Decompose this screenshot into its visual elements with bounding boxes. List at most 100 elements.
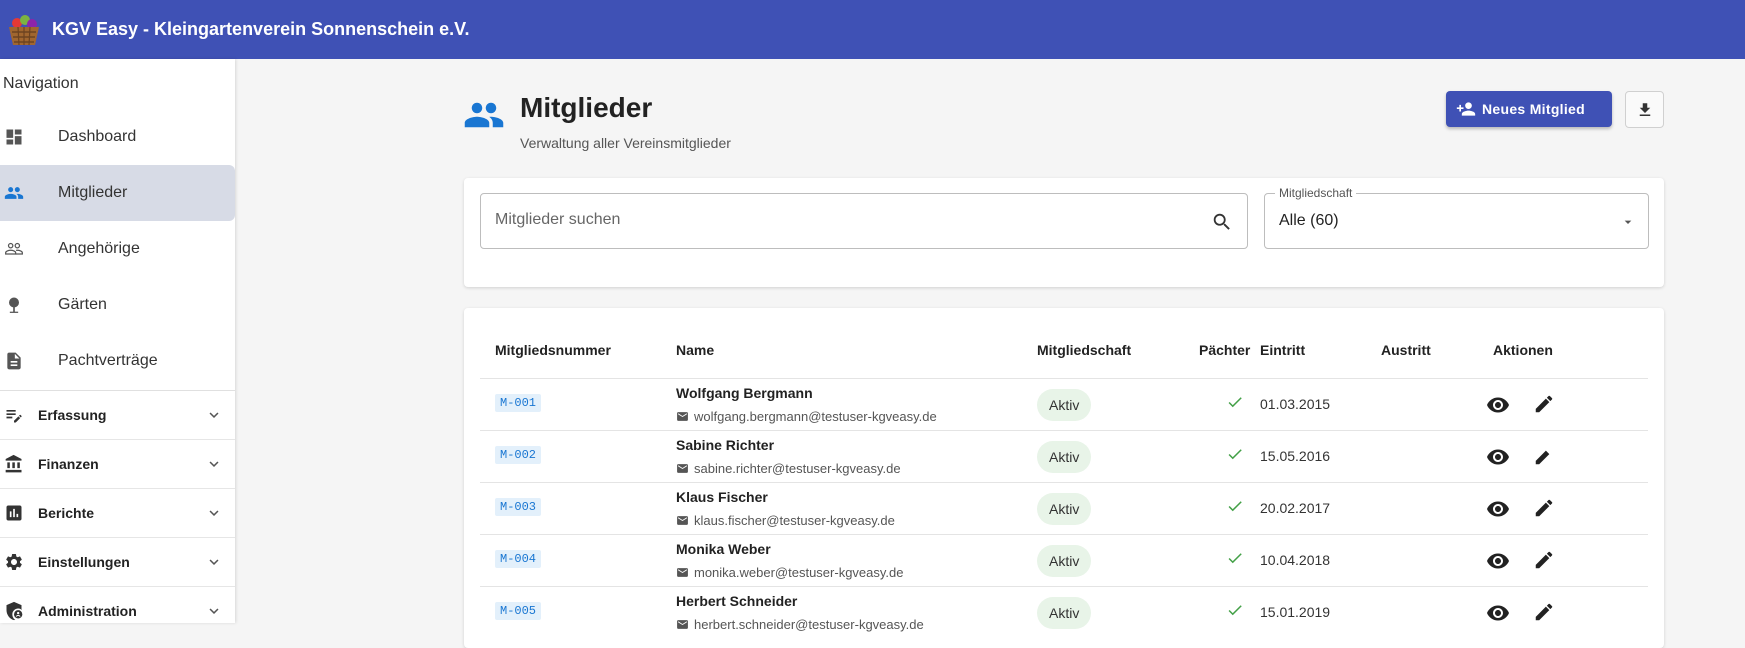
tree-icon	[9, 297, 19, 313]
table-row: M-005 Herbert Schneider herbert.schneide…	[480, 587, 1648, 639]
people-outline-icon	[5, 242, 23, 255]
sidebar-item-label: Angehörige	[58, 240, 140, 257]
column-header-member-number: Mitgliedsnummer	[495, 342, 611, 358]
table-row: M-004 Monika Weber monika.weber@testuser…	[480, 535, 1648, 587]
member-number-chip: M-005	[495, 602, 542, 620]
column-header-exit: Austritt	[1381, 342, 1431, 358]
chevron-down-icon	[209, 608, 219, 614]
member-name: Klaus Fischer	[676, 489, 768, 505]
sidebar-group-label: Einstellungen	[38, 554, 130, 570]
dashboard-icon	[6, 129, 22, 145]
sidebar-group-label: Erfassung	[38, 407, 107, 423]
entry-date: 15.01.2019	[1260, 604, 1331, 620]
bank-icon	[5, 454, 22, 473]
member-email-text: wolfgang.bergmann@testuser-kgveasy.de	[694, 409, 937, 424]
eye-icon[interactable]	[1486, 601, 1510, 625]
document-icon	[7, 352, 21, 370]
sidebar-item-label: Gärten	[58, 296, 107, 313]
membership-select-value: Alle (60)	[1279, 212, 1339, 229]
app-bar: KGV Easy - Kleingartenverein Sonnenschei…	[0, 0, 1745, 59]
sidebar-group-label: Berichte	[38, 505, 95, 521]
edit-note-icon	[6, 410, 22, 423]
column-header-entry: Eintritt	[1260, 342, 1306, 358]
chevron-down-icon	[209, 461, 219, 467]
membership-select[interactable]: Mitgliedschaft Alle (60)	[1264, 186, 1649, 249]
check-icon	[1228, 605, 1242, 616]
column-header-actions: Aktionen	[1493, 342, 1553, 358]
eye-icon[interactable]	[1486, 549, 1510, 573]
column-header-tenant: Pächter	[1199, 342, 1251, 358]
sidebar-item-label: Mitglieder	[58, 184, 128, 201]
status-badge: Aktiv	[1037, 441, 1092, 473]
member-email-text: klaus.fischer@testuser-kgveasy.de	[694, 513, 895, 528]
sidebar-item-label: Pachtverträge	[58, 352, 158, 369]
new-member-button[interactable]: Neues Mitglied	[1446, 91, 1612, 127]
check-icon	[1228, 449, 1242, 460]
member-number-chip: M-001	[495, 394, 542, 412]
eye-icon[interactable]	[1486, 497, 1510, 521]
sidebar-group-erfassung[interactable]: Erfassung	[0, 391, 235, 440]
status-badge: Aktiv	[1037, 597, 1092, 629]
search-icon[interactable]	[1211, 211, 1233, 233]
member-name: Sabine Richter	[676, 437, 775, 453]
column-header-name: Name	[676, 342, 715, 358]
member-name: Herbert Schneider	[676, 593, 798, 609]
member-name: Monika Weber	[676, 541, 771, 557]
membership-select-label: Mitgliedschaft	[1275, 186, 1357, 200]
sidebar-group-einstellungen[interactable]: Einstellungen	[0, 538, 235, 587]
sidebar-item-pachtvertraege[interactable]: Pachtverträge	[0, 333, 235, 389]
mail-icon	[677, 516, 688, 525]
search-field[interactable]	[480, 193, 1248, 249]
sidebar-group-berichte[interactable]: Berichte	[0, 489, 235, 538]
check-icon	[1228, 397, 1242, 408]
nav-header: Navigation	[3, 75, 79, 92]
mail-icon	[677, 412, 688, 421]
chevron-down-icon	[209, 510, 219, 516]
people-icon	[4, 187, 24, 199]
sidebar: Navigation Dashboard Mitglieder Angehöri…	[0, 59, 235, 623]
sidebar-item-label: Dashboard	[58, 128, 137, 145]
filter-card: Mitgliedschaft Alle (60)	[464, 178, 1664, 287]
sidebar-group-administration[interactable]: Administration	[0, 587, 235, 623]
sidebar-group-finanzen[interactable]: Finanzen	[0, 440, 235, 489]
person-add-icon	[1456, 102, 1476, 116]
sidebar-item-angehoerige[interactable]: Angehörige	[0, 221, 235, 277]
status-badge: Aktiv	[1037, 493, 1092, 525]
member-name: Wolfgang Bergmann	[676, 385, 813, 401]
search-input[interactable]	[495, 211, 1195, 229]
entry-date: 20.02.2017	[1260, 500, 1331, 516]
member-number-chip: M-004	[495, 550, 542, 568]
download-button[interactable]	[1625, 91, 1664, 128]
sidebar-item-dashboard[interactable]: Dashboard	[0, 109, 235, 165]
members-table: Mitgliedsnummer Name Mitgliedschaft Päch…	[464, 308, 1664, 648]
sidebar-group-label: Administration	[38, 603, 137, 619]
eye-icon[interactable]	[1486, 445, 1510, 469]
table-row: M-002 Sabine Richter sabine.richter@test…	[480, 431, 1648, 483]
member-email: wolfgang.bergmann@testuser-kgveasy.de	[676, 409, 937, 424]
edit-pencil-icon[interactable]	[1533, 393, 1555, 415]
column-header-membership: Mitgliedschaft	[1037, 342, 1132, 358]
edit-pencil-icon[interactable]	[1533, 497, 1555, 519]
member-email: monika.weber@testuser-kgveasy.de	[676, 565, 904, 580]
sidebar-item-gaerten[interactable]: Gärten	[0, 277, 235, 333]
dropdown-arrow-icon	[1624, 220, 1632, 224]
chevron-down-icon	[209, 559, 219, 565]
bar-chart-icon	[6, 505, 22, 521]
mail-icon	[677, 464, 688, 473]
main-content: Mitglieder Verwaltung aller Vereinsmitgl…	[235, 59, 1745, 648]
mail-icon	[677, 568, 688, 577]
app-title: KGV Easy - Kleingartenverein Sonnenschei…	[52, 19, 470, 39]
chevron-down-icon	[209, 412, 219, 418]
member-number-chip: M-003	[495, 498, 542, 516]
table-row: M-003 Klaus Fischer klaus.fischer@testus…	[480, 483, 1648, 535]
entry-date: 01.03.2015	[1260, 396, 1331, 412]
sidebar-item-mitglieder[interactable]: Mitglieder	[0, 165, 235, 221]
people-icon	[464, 102, 504, 128]
edit-pencil-icon[interactable]	[1533, 445, 1555, 467]
edit-pencil-icon[interactable]	[1533, 549, 1555, 571]
edit-pencil-icon[interactable]	[1533, 601, 1555, 623]
member-number-chip: M-002	[495, 446, 542, 464]
eye-icon[interactable]	[1486, 393, 1510, 417]
check-icon	[1228, 501, 1242, 512]
table-row: M-001 Wolfgang Bergmann wolfgang.bergman…	[480, 379, 1648, 431]
